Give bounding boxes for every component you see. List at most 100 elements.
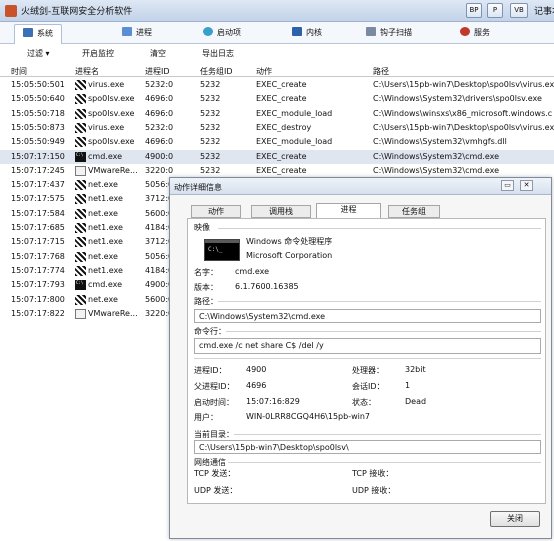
notes-button[interactable]: 记事本 xyxy=(534,4,554,17)
virus-icon xyxy=(75,122,86,133)
cpu-label: 处理器： xyxy=(352,366,384,375)
cell-time: 15:05:50:949 xyxy=(11,137,65,147)
table-header: 时间 进程名 进程ID 任务组ID 动作 路径 xyxy=(0,64,554,77)
cell-process-name: virus.exe xyxy=(88,80,125,89)
tab-system[interactable]: 系统 xyxy=(14,24,62,44)
virus-icon xyxy=(75,208,86,219)
virus-icon xyxy=(75,223,86,233)
vmware-icon xyxy=(75,308,86,319)
main-tabs: 系统 进程 启动项 内核 钩子扫描 服务 xyxy=(0,22,554,44)
table-row[interactable]: 15:05:50:949 spo0lsv.exe 4696:0 5232 EXEC_mo… xyxy=(0,135,554,149)
col-path[interactable]: 路径 xyxy=(373,66,389,77)
col-task-group-id[interactable]: 任务组ID xyxy=(200,66,233,77)
tab-startup-label: 启动项 xyxy=(217,28,241,37)
cell-time: 15:07:17:437 xyxy=(11,180,65,190)
p-button[interactable]: P xyxy=(487,3,503,18)
vmware-icon xyxy=(75,165,86,176)
cell-path: C:\Users\15pb-win7\Desktop\spo0lsv\virus… xyxy=(373,122,554,132)
cell-pid: 4696:0 xyxy=(145,137,174,147)
monitor-button[interactable]: 开启监控 xyxy=(82,48,114,59)
table-row[interactable]: 15:05:50:718 spo0lsv.exe 4696:0 5232 EXEC_mo… xyxy=(0,107,554,121)
cell-action: EXEC_create xyxy=(256,151,307,161)
cell-pid: 4900:0 xyxy=(145,151,174,161)
virus-icon xyxy=(75,80,86,90)
table-row[interactable]: 15:05:50:501 virus.exe 5232:0 5232 EXEC_crea… xyxy=(0,78,554,92)
col-process-name[interactable]: 进程名 xyxy=(75,66,99,77)
name-value: cmd.exe xyxy=(235,267,270,276)
tab-process[interactable]: 进程 xyxy=(122,24,152,44)
cmdline-field[interactable]: cmd.exe /c net share C$ /del /y xyxy=(194,338,541,354)
table-row[interactable]: 15:07:17:150 cmd.exe 4900:0 5232 EXEC_create… xyxy=(0,149,554,164)
cell-pid: 4696:0 xyxy=(145,108,174,118)
cmd-icon xyxy=(75,280,86,291)
state-value: Dead xyxy=(405,397,427,406)
cell-process-name: net.exe xyxy=(88,208,118,218)
restore-icon[interactable]: ▭ xyxy=(501,180,514,191)
tab-process-label: 进程 xyxy=(136,28,152,37)
export-log-button[interactable]: 导出日志 xyxy=(202,48,234,59)
cell-action: EXEC_destroy xyxy=(256,122,312,132)
dialog-title: 动作详细信息 xyxy=(174,183,222,192)
tab-hook-scan[interactable]: 钩子扫描 xyxy=(366,24,412,44)
bp-button[interactable]: BP xyxy=(466,3,482,18)
cell-task-group: 5232 xyxy=(200,94,221,104)
app-icon xyxy=(5,5,17,17)
tab-service-label: 服务 xyxy=(474,28,490,37)
name-label: 名字： xyxy=(194,268,218,277)
start-time-value: 15:07:16:829 xyxy=(246,397,300,406)
virus-icon xyxy=(75,294,86,305)
cell-process-name: spo0lsv.exe xyxy=(88,108,135,118)
cell-time: 15:05:50:873 xyxy=(11,122,65,132)
cwd-label: 当前目录： xyxy=(194,430,234,439)
dialog-tab-callstack[interactable]: 调用栈 xyxy=(251,205,311,218)
col-pid[interactable]: 进程ID xyxy=(145,66,170,77)
udp-send-label: UDP 发送： xyxy=(194,486,238,495)
virus-icon xyxy=(75,94,86,105)
image-section-label: 映像 xyxy=(194,223,210,232)
cell-action: EXEC_create xyxy=(256,165,307,175)
tab-kernel[interactable]: 内核 xyxy=(292,24,322,44)
cell-time: 15:07:17:575 xyxy=(11,194,65,204)
close-button[interactable]: 关闭 xyxy=(490,511,540,527)
cell-process-name: VMwareRe... xyxy=(88,308,138,318)
cell-path: C:\Windows\System32\cmd.exe xyxy=(373,165,500,175)
cell-task-group: 5232 xyxy=(200,165,221,175)
cell-process-name: cmd.exe xyxy=(88,151,123,161)
table-row[interactable]: 15:05:50:873 virus.exe 5232:0 5232 EXEC_dest… xyxy=(0,121,554,135)
col-action[interactable]: 动作 xyxy=(256,66,272,77)
cell-process-name: net1.exe xyxy=(88,223,123,232)
virus-icon xyxy=(75,194,86,205)
cell-process-name: spo0lsv.exe xyxy=(88,94,135,104)
dialog-title-bar: 动作详细信息 ▭ ✕ xyxy=(170,178,551,195)
startup-tab-icon xyxy=(203,27,213,36)
cwd-field[interactable]: C:\Users\15pb-win7\Desktop\spo0lsv\ xyxy=(194,440,541,454)
cell-action: EXEC_create xyxy=(256,80,307,89)
version-value: 6.1.7600.16385 xyxy=(235,282,299,291)
dialog-tab-process[interactable]: 进程 xyxy=(316,203,381,219)
path-label: 路径： xyxy=(194,297,218,306)
cell-path: C:\Users\15pb-win7\Desktop\spo0lsv\virus… xyxy=(373,80,554,89)
tcp-send-label: TCP 发送： xyxy=(194,469,236,478)
dialog-tab-taskgroup[interactable]: 任务组 xyxy=(388,205,440,218)
user-label: 用户： xyxy=(194,413,218,422)
tab-hook-scan-label: 钩子扫描 xyxy=(380,28,412,37)
process-tab-icon xyxy=(122,27,132,36)
cell-time: 15:05:50:718 xyxy=(11,108,65,118)
filter-button[interactable]: 过滤 ▾ xyxy=(27,48,50,59)
tab-service[interactable]: 服务 xyxy=(460,24,490,44)
close-icon[interactable]: ✕ xyxy=(520,180,533,191)
col-time[interactable]: 时间 xyxy=(11,66,27,77)
cell-process-name: net1.exe xyxy=(88,237,123,247)
clear-button[interactable]: 清空 xyxy=(150,48,166,59)
path-field[interactable]: C:\Windows\System32\cmd.exe xyxy=(194,309,541,323)
virus-icon xyxy=(75,251,86,262)
tab-startup[interactable]: 启动项 xyxy=(203,24,241,44)
cell-pid: 4696:0 xyxy=(145,94,174,104)
divider xyxy=(234,434,541,435)
table-row[interactable]: 15:05:50:640 spo0lsv.exe 4696:0 5232 EXEC_cr… xyxy=(0,92,554,106)
virus-icon xyxy=(75,137,86,148)
dialog-tab-action[interactable]: 动作 xyxy=(191,205,241,218)
cell-path: C:\Windows\System32\vmhgfs.dll xyxy=(373,137,507,147)
vb-button[interactable]: VB xyxy=(510,3,528,18)
table-row[interactable]: 15:07:17:245 VMwareRe... 3220:0 5232 EXEC_cr… xyxy=(0,164,554,178)
